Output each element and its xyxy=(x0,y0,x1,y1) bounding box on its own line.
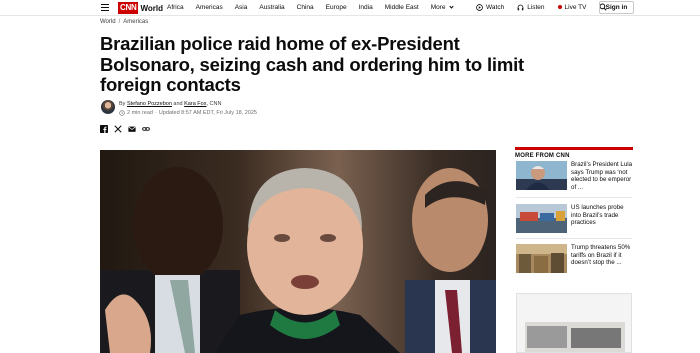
story-thumbnail xyxy=(516,244,567,273)
story-thumbnail xyxy=(516,204,567,233)
story-headline: Trump threatens 50% tariffs on Brazil if… xyxy=(571,244,631,267)
facebook-icon[interactable] xyxy=(100,125,108,133)
nav-link-india[interactable]: India xyxy=(359,4,373,11)
nav-link-africa[interactable]: Africa xyxy=(167,4,184,11)
byline-and: and xyxy=(171,101,185,107)
watch-label: Watch xyxy=(486,3,505,11)
meta-separator: · xyxy=(155,110,157,116)
article-meta: 2 min read · Updated 8:57 AM EDT, Fri Ju… xyxy=(119,110,257,116)
nav-more-button[interactable]: More xyxy=(430,4,454,11)
hero-photo[interactable] xyxy=(100,150,496,353)
section-nav: Africa Americas Asia Australia China Eur… xyxy=(167,4,465,11)
sidebar-story-1[interactable]: Brazil’s President Lula says Trump was ‘… xyxy=(516,161,632,191)
nav-link-china[interactable]: China xyxy=(297,4,314,11)
listen-label: Listen xyxy=(527,3,545,11)
breadcrumb: World / Americas xyxy=(100,19,148,25)
author-link-2[interactable]: Kara Fox xyxy=(184,101,206,107)
cnn-world-logo[interactable]: CNN World xyxy=(118,2,163,14)
nav-link-asia[interactable]: Asia xyxy=(235,4,248,11)
story-headline: US launches probe into Brazil’s trade pr… xyxy=(571,204,624,227)
story-thumbnail xyxy=(516,161,567,190)
headphones-icon xyxy=(517,4,524,10)
live-tv-label: Live TV xyxy=(564,3,587,11)
author-link-1[interactable]: Stefano Pozzebon xyxy=(127,101,172,107)
watch-link[interactable]: Watch xyxy=(476,4,504,11)
logo-mark: CNN xyxy=(118,2,139,14)
listen-link[interactable]: Listen xyxy=(517,3,545,11)
live-dot-icon xyxy=(557,5,562,9)
divider xyxy=(516,238,632,239)
author-avatar xyxy=(101,100,115,114)
link-icon[interactable] xyxy=(142,125,150,133)
share-bar xyxy=(100,125,156,133)
breadcrumb-americas[interactable]: Americas xyxy=(123,19,148,25)
more-from-cnn-heading: MORE FROM CNN xyxy=(515,147,633,159)
logo-section: World xyxy=(140,3,163,13)
clock-icon xyxy=(119,110,125,116)
sidebar-story-2[interactable]: US launches probe into Brazil’s trade pr… xyxy=(516,204,632,234)
hero-photo-illustration xyxy=(100,150,496,353)
ad-image xyxy=(517,294,631,352)
live-tv-link[interactable]: Live TV xyxy=(557,3,587,11)
article-headline: Brazilian police raid home of ex-Preside… xyxy=(100,33,524,95)
nav-more-label: More xyxy=(430,4,446,11)
sign-in-button[interactable]: Sign in xyxy=(599,1,634,14)
updated-timestamp: Updated 8:57 AM EDT, Fri July 18, 2025 xyxy=(158,110,257,116)
x-icon[interactable] xyxy=(114,125,122,133)
play-circle-icon xyxy=(476,3,483,11)
sidebar-story-3[interactable]: Trump threatens 50% tariffs on Brazil if… xyxy=(516,244,632,274)
advertisement[interactable] xyxy=(516,293,632,353)
menu-icon[interactable] xyxy=(101,4,109,12)
nav-link-australia[interactable]: Australia xyxy=(259,4,284,11)
divider xyxy=(516,197,632,198)
nav-link-americas[interactable]: Americas xyxy=(196,4,223,11)
email-icon[interactable] xyxy=(128,125,136,133)
byline-suffix: , CNN xyxy=(206,101,222,107)
read-time: 2 min read xyxy=(127,110,153,116)
story-headline: Brazil’s President Lula says Trump was ‘… xyxy=(571,161,633,191)
nav-link-europe[interactable]: Europe xyxy=(326,4,347,11)
byline-prefix: By xyxy=(119,101,127,107)
chevron-down-icon xyxy=(448,4,454,9)
top-navigation: CNN World Africa Americas Asia Australia… xyxy=(0,0,700,16)
breadcrumb-separator: / xyxy=(118,19,121,25)
breadcrumb-world[interactable]: World xyxy=(100,19,116,25)
byline: By Stefano Pozzebon and Kara Fox, CNN xyxy=(119,101,221,107)
nav-link-middle-east[interactable]: Middle East xyxy=(385,4,419,11)
